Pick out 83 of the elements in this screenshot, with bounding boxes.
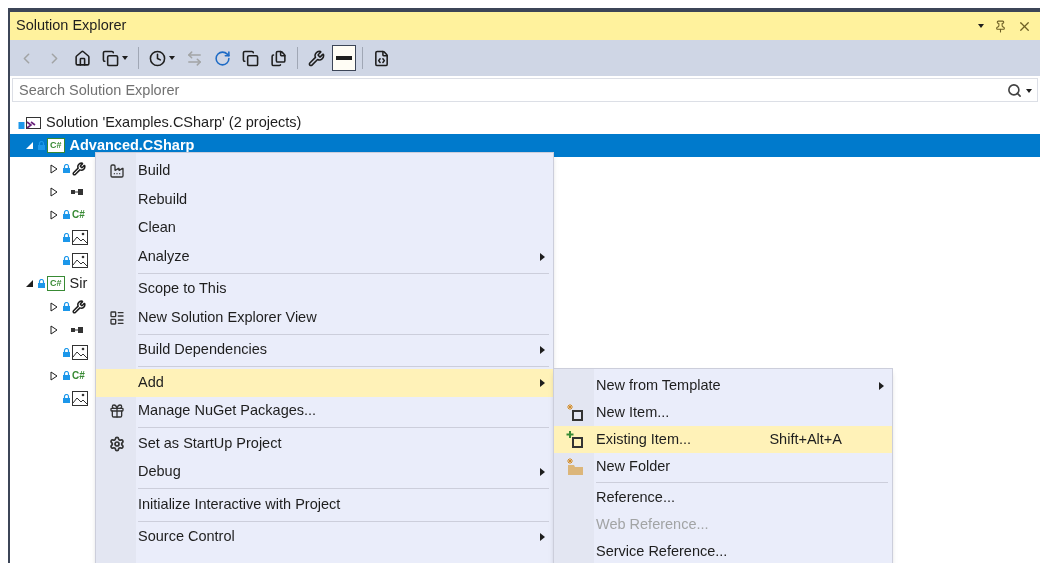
expanded-arrow-icon[interactable]: [26, 280, 33, 287]
solution-icon: [18, 115, 42, 130]
references-icon: [71, 188, 83, 195]
wrench-icon: [72, 299, 86, 314]
menu-item[interactable]: Service Reference...: [554, 538, 892, 563]
project-icon: C#: [47, 276, 65, 291]
menu-item[interactable]: Initialize Interactive with Project: [96, 490, 553, 519]
refresh-icon: [214, 49, 231, 67]
lock-icon: [63, 210, 70, 219]
collapsed-arrow-icon[interactable]: [50, 209, 58, 220]
search-field[interactable]: Search Solution Explorer: [12, 78, 1038, 102]
lock-icon: [63, 371, 70, 380]
lock-icon: [63, 394, 70, 403]
new-item-icon: [566, 403, 584, 422]
collapsed-arrow-icon[interactable]: [50, 186, 58, 197]
bar-icon: [336, 56, 352, 60]
caret-icon: [978, 24, 984, 28]
clock-icon: [149, 49, 166, 67]
menu-item[interactable]: Reference...: [554, 484, 892, 511]
submenu-arrow-icon: [539, 533, 545, 542]
menu-item[interactable]: Existing Item... Shift+Alt+A: [554, 426, 892, 453]
image-file-icon: [72, 391, 88, 406]
lock-icon: [63, 233, 70, 242]
windows-icon: [102, 49, 119, 67]
menu-item[interactable]: New Item...: [554, 399, 892, 426]
window-list-icon: [109, 309, 125, 326]
collapsed-arrow-icon[interactable]: [50, 163, 58, 174]
image-file-icon: [72, 253, 88, 268]
menu-item[interactable]: Manage NuGet Packages...: [96, 397, 553, 426]
pages-icon: [270, 49, 287, 67]
search-icon: [1007, 83, 1022, 98]
csharp-file-icon: C#: [72, 209, 85, 220]
references-icon: [71, 326, 83, 333]
lock-icon: [63, 164, 70, 173]
menu-item[interactable]: Scope to This: [96, 275, 553, 304]
gear-icon: [109, 435, 125, 452]
new-folder-icon: [566, 457, 584, 476]
caret-icon: [122, 56, 128, 60]
tree-row[interactable]: C# Sir: [10, 272, 92, 295]
sync-icon: [186, 49, 203, 67]
image-file-icon: [72, 345, 88, 360]
caret-icon: [169, 56, 175, 60]
menu-item[interactable]: Add: [96, 368, 553, 397]
image-file-icon: [72, 230, 88, 245]
add-item-icon: [566, 430, 584, 449]
wrench-icon: [308, 49, 325, 67]
submenu-arrow-icon: [539, 378, 545, 387]
menu-item[interactable]: New from Template: [554, 372, 892, 399]
panel-title: Solution Explorer: [16, 16, 128, 36]
collapsed-arrow-icon[interactable]: [50, 370, 58, 381]
lock-icon: [38, 141, 45, 150]
caret-icon: [1026, 88, 1032, 93]
lock-icon: [38, 279, 45, 288]
menu-item[interactable]: Clean: [96, 214, 553, 243]
menu-item[interactable]: New Solution Explorer View: [96, 303, 553, 332]
menu-item[interactable]: Set as StartUp Project: [96, 429, 553, 458]
csharp-file-icon: C#: [72, 370, 85, 381]
collapsed-arrow-icon[interactable]: [50, 301, 58, 312]
tree-item-label[interactable]: Solution 'Examples.CSharp' (2 projects): [46, 111, 302, 134]
factory-icon: [109, 163, 125, 180]
submenu-arrow-icon: [539, 252, 545, 261]
submenu-arrow-icon: [539, 346, 545, 355]
stacked-windows-icon: [242, 49, 259, 67]
menu-item[interactable]: Analyze: [96, 242, 553, 271]
menu-item[interactable]: Build Dependencies: [96, 336, 553, 365]
menu-item[interactable]: Rebuild: [96, 185, 553, 214]
home-icon: [74, 49, 91, 67]
gift-icon: [109, 403, 125, 420]
menu-item[interactable]: Source Control: [96, 523, 553, 552]
menu-item[interactable]: Build: [96, 157, 553, 186]
collapsed-arrow-icon[interactable]: [50, 324, 58, 335]
project-icon: C#: [47, 138, 65, 153]
toolbar-button[interactable]: [332, 45, 356, 71]
lock-icon: [63, 256, 70, 265]
menu-item[interactable]: New Folder: [554, 453, 892, 480]
wrench-icon: [72, 161, 86, 176]
menu-item[interactable]: Debug: [96, 458, 553, 487]
lock-icon: [63, 348, 70, 357]
document-icon: [373, 49, 390, 67]
pin-icon[interactable]: [994, 19, 1007, 33]
lock-icon: [63, 302, 70, 311]
submenu-arrow-icon: [539, 468, 545, 477]
submenu-arrow-icon: [878, 381, 884, 390]
